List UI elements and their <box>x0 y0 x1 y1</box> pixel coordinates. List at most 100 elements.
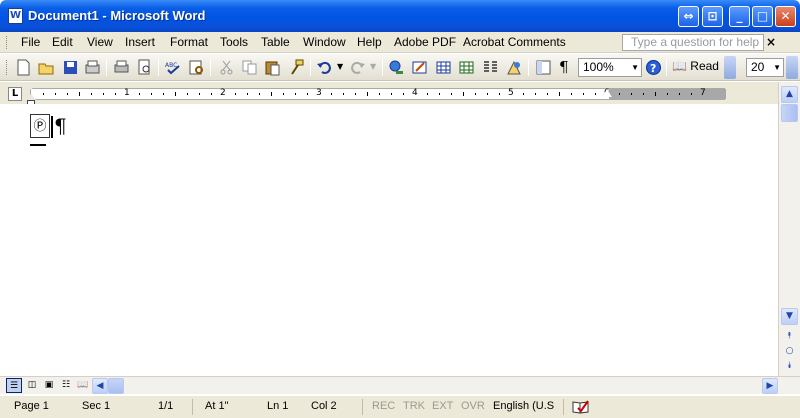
ruler-tick <box>91 93 92 95</box>
copy-icon[interactable] <box>241 59 258 76</box>
first-line-indent-marker[interactable] <box>26 82 36 106</box>
ruler-tick <box>379 93 380 95</box>
ruler-area: L 1234567 <box>0 82 778 104</box>
status-trk[interactable]: TRK <box>403 400 425 412</box>
menu-view[interactable]: View <box>87 35 113 49</box>
text-cursor <box>51 116 53 138</box>
insert-table-icon[interactable] <box>435 59 452 76</box>
ruler-tick <box>187 93 188 95</box>
format-painter-icon[interactable] <box>288 59 305 76</box>
ruler-number: 5 <box>508 88 514 98</box>
font-size-dropdown-icon[interactable]: ▼ <box>773 59 781 76</box>
redo-icon[interactable] <box>349 59 366 76</box>
menu-file[interactable]: File <box>21 35 40 49</box>
scroll-up-icon[interactable]: ▲ <box>781 86 798 103</box>
status-ext[interactable]: EXT <box>432 400 453 412</box>
scroll-thumb[interactable] <box>781 104 798 122</box>
menu-adobe-pdf[interactable]: Adobe PDF <box>394 35 456 49</box>
columns-icon[interactable] <box>482 59 499 76</box>
next-page-icon[interactable]: ⯯ <box>781 359 798 376</box>
close-button[interactable]: ✕ <box>775 6 796 27</box>
restore-panes-icon[interactable]: ⇔ <box>678 6 699 27</box>
drawing-icon[interactable] <box>506 59 523 76</box>
tab-selector[interactable]: L <box>8 87 22 101</box>
close-document-icon[interactable]: × <box>766 35 776 49</box>
menu-tools[interactable]: Tools <box>220 35 248 49</box>
menu-help[interactable]: Help <box>357 35 382 49</box>
hyperlink-icon[interactable] <box>388 59 405 76</box>
ruler-tick <box>451 93 452 95</box>
ruler-tick <box>211 93 212 95</box>
ruler-number: 3 <box>316 88 322 98</box>
research-icon[interactable] <box>188 59 205 76</box>
vertical-scrollbar[interactable]: ▲ ▼ ⯭ ○ ⯯ <box>778 82 800 376</box>
spelling-grammar-status-icon[interactable] <box>572 399 590 415</box>
tables-borders-icon[interactable] <box>411 59 428 76</box>
font-size-select[interactable]: 20 ▼ <box>746 58 784 77</box>
print-icon[interactable] <box>113 59 130 76</box>
menu-acrobat-comments[interactable]: Acrobat Comments <box>463 35 566 49</box>
outline-view-icon[interactable]: ☷ <box>58 378 74 393</box>
new-icon[interactable] <box>15 59 32 76</box>
web-layout-view-icon[interactable]: ◫ <box>24 378 40 393</box>
ruler-tick <box>67 93 68 95</box>
horizontal-ruler[interactable]: 1234567 <box>30 88 726 100</box>
ask-question-input[interactable]: Type a question for help <box>622 34 764 51</box>
open-icon[interactable] <box>38 59 55 76</box>
horizontal-scroll-thumb[interactable] <box>108 378 124 394</box>
menu-grip[interactable] <box>6 36 9 49</box>
ruler-tick <box>307 93 308 95</box>
reading-layout-view-icon[interactable]: 📖 <box>75 378 91 393</box>
toolbar-grip[interactable] <box>6 60 9 75</box>
right-indent-marker[interactable] <box>602 89 612 97</box>
ruler-number: 2 <box>220 88 226 98</box>
zoom-dropdown-icon[interactable]: ▼ <box>631 59 639 76</box>
undo-dropdown-icon[interactable]: ▼ <box>337 62 343 71</box>
menu-table[interactable]: Table <box>261 35 290 49</box>
normal-view-icon[interactable]: ☰ <box>6 378 22 393</box>
menu-format[interactable]: Format <box>170 35 208 49</box>
maximize-button[interactable]: □ <box>752 6 773 27</box>
minimize-button[interactable]: _ <box>729 6 750 27</box>
ruler-tick <box>343 93 344 95</box>
menu-insert[interactable]: Insert <box>125 35 155 49</box>
status-rec[interactable]: REC <box>372 400 395 412</box>
scroll-right-icon[interactable]: ▶ <box>762 378 778 394</box>
cut-icon[interactable] <box>218 59 235 76</box>
undo-icon[interactable] <box>316 59 333 76</box>
permission-icon[interactable] <box>84 59 101 76</box>
status-language[interactable]: English (U.S <box>493 400 554 412</box>
zoom-select[interactable]: 100% ▼ <box>578 58 642 77</box>
status-ovr[interactable]: OVR <box>461 400 485 412</box>
horizontal-scrollbar[interactable]: ☰ ◫ ▣ ☷ 📖 ◀ ▶ <box>0 376 800 394</box>
document-map-icon[interactable] <box>535 59 552 76</box>
insert-excel-icon[interactable] <box>458 59 475 76</box>
toolbar-options-icon[interactable] <box>724 56 736 79</box>
show-hide-icon[interactable]: ¶ <box>559 58 569 76</box>
read-button[interactable]: 📖 Read <box>672 59 719 73</box>
print-preview-icon[interactable] <box>136 59 153 76</box>
ruler-tick <box>79 92 80 96</box>
redo-dropdown-icon[interactable]: ▼ <box>370 62 376 71</box>
ruler-tick <box>571 93 572 95</box>
spelling-icon[interactable]: ABC <box>165 59 182 76</box>
document-area[interactable]: Ⓟ ¶ <box>0 104 778 376</box>
field-code-box[interactable]: Ⓟ <box>30 114 50 138</box>
standard-toolbar: ABC ▼ ▼ ¶ 100% ▼ ? 📖 Read 20 ▼ <box>0 54 800 81</box>
word-document-icon[interactable] <box>8 8 23 24</box>
scroll-left-icon[interactable]: ◀ <box>92 378 108 394</box>
task-pane-icon[interactable]: ⊡ <box>702 6 723 27</box>
ruler-tick <box>271 92 272 96</box>
ruler-tick <box>403 93 404 95</box>
print-layout-view-icon[interactable]: ▣ <box>41 378 57 393</box>
scroll-down-icon[interactable]: ▼ <box>781 308 798 325</box>
title-bar[interactable]: Document1 - Microsoft Word ⇔ ⊡ _ □ ✕ <box>0 0 800 32</box>
menu-window[interactable]: Window <box>303 35 346 49</box>
ruler-tick <box>583 93 584 95</box>
help-icon[interactable]: ? <box>645 59 662 76</box>
toolbar-options-icon[interactable] <box>786 56 798 79</box>
paste-icon[interactable] <box>264 59 281 76</box>
menu-edit[interactable]: Edit <box>52 35 73 49</box>
save-icon[interactable] <box>62 59 79 76</box>
ruler-tick <box>535 93 536 95</box>
